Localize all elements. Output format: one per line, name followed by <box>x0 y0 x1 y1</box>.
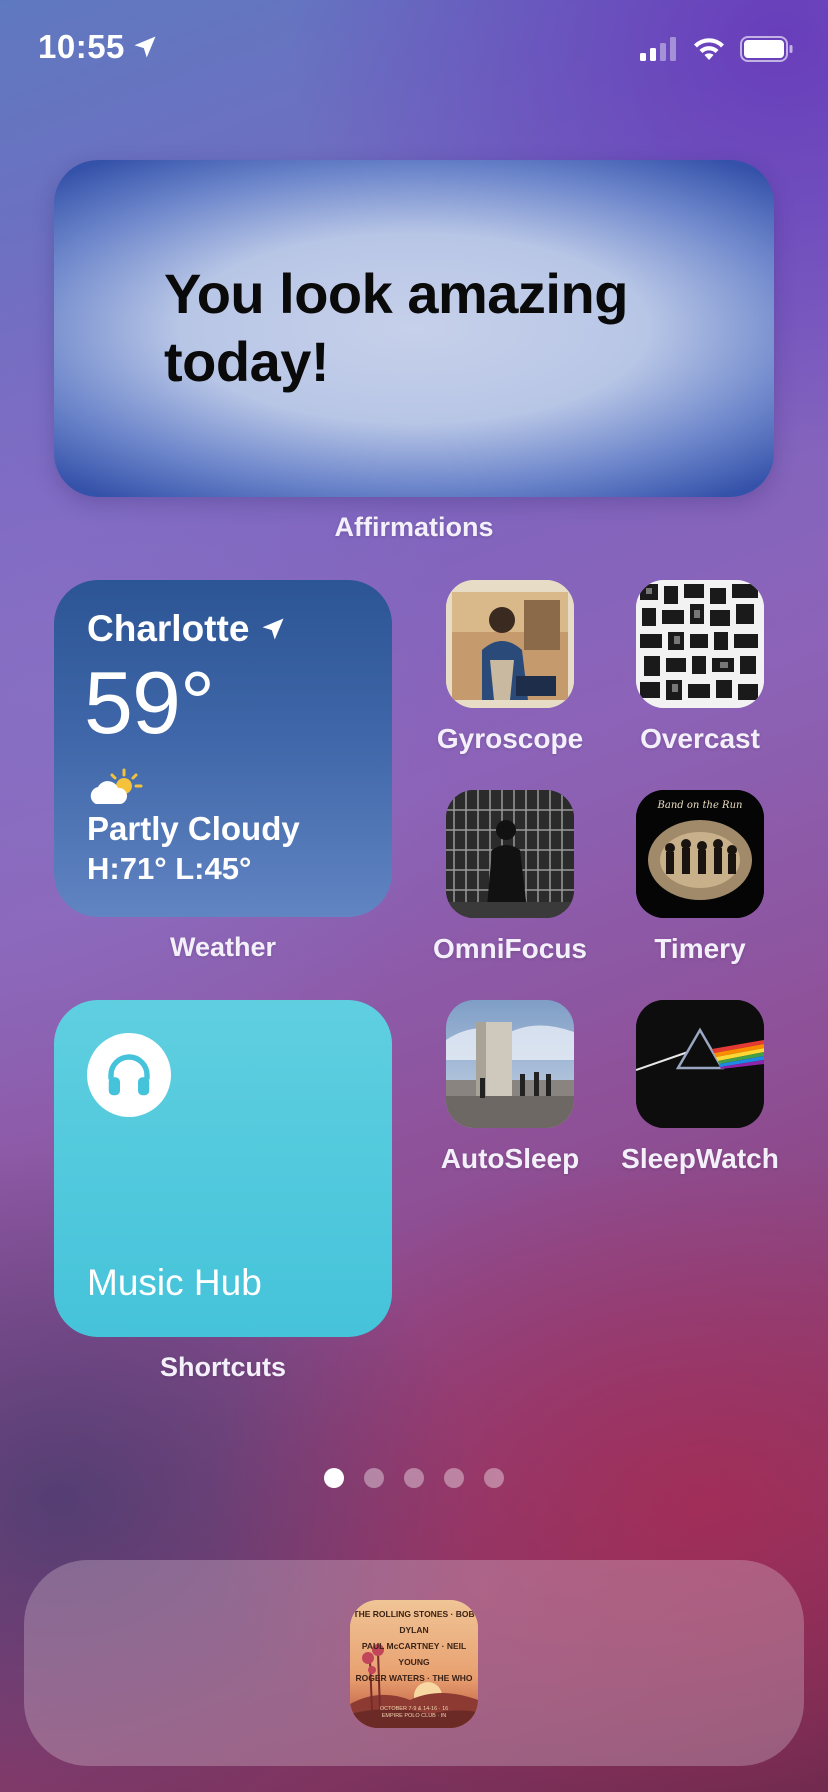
status-bar-time: 10:55 <box>38 28 159 66</box>
autosleep-app-label: AutoSleep <box>440 1143 580 1174</box>
timery-app-label: Timery <box>654 933 746 964</box>
dock-art-line-2: PAUL McCARTNEY · NEIL YOUNG <box>361 1641 467 1667</box>
gyroscope-app-label: Gyroscope <box>436 723 584 754</box>
weather-city-name: Charlotte <box>87 608 250 649</box>
omnifocus-app-label: OmniFocus <box>432 933 587 964</box>
weather-high-low: H:71° L:45° <box>87 851 252 886</box>
partly-cloudy-icon <box>86 768 144 813</box>
page-dot-5[interactable] <box>484 1468 504 1488</box>
shortcuts-widget-label: Shortcuts <box>159 1352 286 1382</box>
timery-art-text: Band on the Run <box>657 800 743 811</box>
dock-art-line-4: OCTOBER 7-9 & 14-16 · 16 <box>379 1706 449 1712</box>
gyroscope-app-icon[interactable] <box>446 580 574 708</box>
affirmations-widget[interactable]: You look amazing today! <box>54 160 774 497</box>
overcast-app-icon[interactable] <box>636 580 764 708</box>
overcast-app-label: Overcast <box>640 723 760 754</box>
wifi-icon <box>694 38 724 60</box>
timery-app-icon[interactable]: Band on the Run <box>636 790 764 918</box>
sleepwatch-app-label: SleepWatch <box>621 1143 779 1174</box>
clock: 10:55 <box>38 28 125 65</box>
sleepwatch-app-icon[interactable] <box>636 1000 764 1128</box>
page-indicator[interactable] <box>324 1468 504 1488</box>
page-dot-1[interactable] <box>324 1468 344 1488</box>
page-dot-3[interactable] <box>404 1468 424 1488</box>
headphones-icon <box>87 1033 171 1117</box>
location-arrow-icon <box>262 618 284 640</box>
weather-widget[interactable]: Charlotte 59° Partly Cloudy H:71° L:45° <box>54 580 392 917</box>
dock-art-line-5: EMPIRE POLO CLUB · IN <box>381 1713 447 1719</box>
page-dot-4[interactable] <box>444 1468 464 1488</box>
omnifocus-app-icon[interactable] <box>446 790 574 918</box>
status-bar-right <box>640 36 794 62</box>
shortcut-title: Music Hub <box>87 1262 262 1303</box>
cellular-signal-icon <box>640 37 676 61</box>
weather-widget-label: Weather <box>169 932 277 962</box>
weather-temperature: 59° <box>84 653 215 752</box>
page-dot-2[interactable] <box>364 1468 384 1488</box>
weather-condition: Partly Cloudy <box>87 810 300 847</box>
affirmation-text: You look amazing today! <box>164 262 628 393</box>
weather-city: Charlotte <box>87 608 287 650</box>
location-arrow-icon <box>134 36 156 58</box>
shortcuts-widget[interactable]: Music Hub <box>54 1000 392 1337</box>
dock: THE ROLLING STONES · BOB DYLAN PAUL McCA… <box>24 1560 804 1766</box>
dock-art-line-3: ROGER WATERS · THE WHO <box>355 1673 473 1683</box>
dock-art-line-1: THE ROLLING STONES · BOB DYLAN <box>353 1609 475 1635</box>
dock-app-icon[interactable]: THE ROLLING STONES · BOB DYLAN PAUL McCA… <box>350 1600 478 1728</box>
battery-icon <box>740 36 793 62</box>
autosleep-app-icon[interactable] <box>446 1000 574 1128</box>
affirmations-widget-label: Affirmations <box>334 512 494 542</box>
